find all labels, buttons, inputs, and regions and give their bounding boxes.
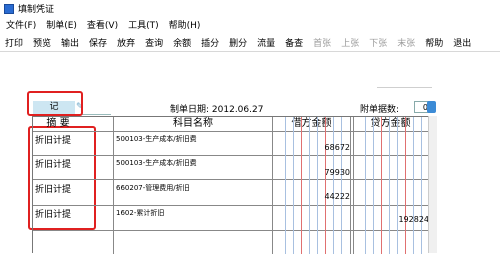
row-debit[interactable]: 44222 bbox=[316, 192, 350, 201]
digit-line bbox=[293, 117, 294, 254]
menu-bar: 文件(F) 制单(E) 查看(V) 工具(T) 帮助(H) bbox=[0, 17, 500, 32]
divider bbox=[377, 87, 432, 88]
menu-file[interactable]: 文件(F) bbox=[6, 18, 36, 31]
attachments-label: 附单据数: bbox=[360, 105, 400, 115]
print-button[interactable]: 打印 bbox=[0, 36, 28, 49]
digit-line bbox=[365, 117, 366, 254]
digit-line bbox=[301, 117, 302, 254]
first-button[interactable]: 首张 bbox=[308, 36, 336, 49]
query-button[interactable]: 查询 bbox=[140, 36, 168, 49]
col-divider bbox=[272, 117, 273, 254]
app-icon bbox=[4, 3, 14, 14]
digit-line bbox=[309, 117, 310, 254]
help-button[interactable]: 帮助 bbox=[420, 36, 448, 49]
header-summary: 摘 要 bbox=[46, 118, 70, 129]
window-title: 填制凭证 bbox=[18, 5, 55, 15]
menu-edit[interactable]: 制单(E) bbox=[46, 18, 77, 31]
row-divider bbox=[33, 230, 436, 231]
row-divider bbox=[33, 205, 436, 206]
digit-line bbox=[325, 117, 326, 254]
col-divider bbox=[350, 117, 351, 254]
prev-button[interactable]: 上张 bbox=[336, 36, 364, 49]
row-summary[interactable]: 折旧计提 bbox=[35, 182, 71, 195]
row-account[interactable]: 500103-生产成本/折旧费 bbox=[116, 134, 197, 144]
row-account[interactable]: 1602-累计折旧 bbox=[116, 208, 164, 218]
digit-line bbox=[333, 117, 334, 254]
row-divider bbox=[33, 131, 436, 132]
memo-button[interactable]: 备查 bbox=[280, 36, 308, 49]
date-value: 2012.06.27 bbox=[211, 105, 264, 115]
row-summary[interactable]: 折旧计提 bbox=[35, 207, 71, 220]
row-summary[interactable]: 折旧计提 bbox=[35, 157, 71, 170]
toolbar: 打印 预览 输出 保存 放弃 查询 余额 插分 删分 流量 备查 首张 上张 下… bbox=[0, 34, 500, 52]
insert-entry-button[interactable]: 插分 bbox=[196, 36, 224, 49]
next-button[interactable]: 下张 bbox=[364, 36, 392, 49]
digit-line bbox=[405, 117, 406, 254]
digit-line bbox=[317, 117, 318, 254]
menu-view[interactable]: 查看(V) bbox=[87, 18, 118, 31]
menu-help[interactable]: 帮助(H) bbox=[169, 18, 201, 31]
voucher-table: 摘 要 科目名称 借方金额 贷方金额 折旧计提 500103-生产成本/折旧费 … bbox=[32, 116, 437, 254]
digit-line bbox=[389, 117, 390, 254]
save-button[interactable]: 保存 bbox=[84, 36, 112, 49]
row-divider bbox=[33, 179, 436, 180]
highlight-voucher-type bbox=[27, 91, 83, 116]
delete-entry-button[interactable]: 删分 bbox=[224, 36, 252, 49]
row-account[interactable]: 500103-生产成本/折旧费 bbox=[116, 158, 197, 168]
exit-button[interactable]: 退出 bbox=[448, 36, 476, 49]
title-bar: 填制凭证 bbox=[0, 0, 500, 17]
row-divider bbox=[33, 155, 436, 156]
col-divider bbox=[113, 117, 114, 254]
digit-line bbox=[341, 117, 342, 254]
digit-line bbox=[373, 117, 374, 254]
row-account[interactable]: 660207-管理费用/折旧 bbox=[116, 183, 190, 193]
digit-line bbox=[397, 117, 398, 254]
header-account: 科目名称 bbox=[173, 118, 213, 129]
digit-line bbox=[381, 117, 382, 254]
col-divider bbox=[353, 117, 354, 254]
attachments-spinner[interactable] bbox=[427, 101, 436, 113]
digit-line bbox=[413, 117, 414, 254]
cashflow-button[interactable]: 流量 bbox=[252, 36, 280, 49]
row-credit[interactable]: 192824 bbox=[385, 215, 429, 224]
row-summary[interactable]: 折旧计提 bbox=[35, 133, 71, 146]
row-debit[interactable]: 68672 bbox=[316, 143, 350, 152]
last-button[interactable]: 末张 bbox=[392, 36, 420, 49]
discard-button[interactable]: 放弃 bbox=[112, 36, 140, 49]
digit-line bbox=[421, 117, 422, 254]
date-label: 制单日期: bbox=[170, 105, 210, 115]
digit-line bbox=[285, 117, 286, 254]
export-button[interactable]: 输出 bbox=[56, 36, 84, 49]
preview-button[interactable]: 预览 bbox=[28, 36, 56, 49]
row-debit[interactable]: 79930 bbox=[316, 168, 350, 177]
voucher-date[interactable]: 制单日期: 2012.06.27 bbox=[170, 102, 263, 115]
balance-button[interactable]: 余额 bbox=[168, 36, 196, 49]
menu-tools[interactable]: 工具(T) bbox=[128, 18, 159, 31]
vertical-scrollbar[interactable] bbox=[428, 116, 437, 253]
